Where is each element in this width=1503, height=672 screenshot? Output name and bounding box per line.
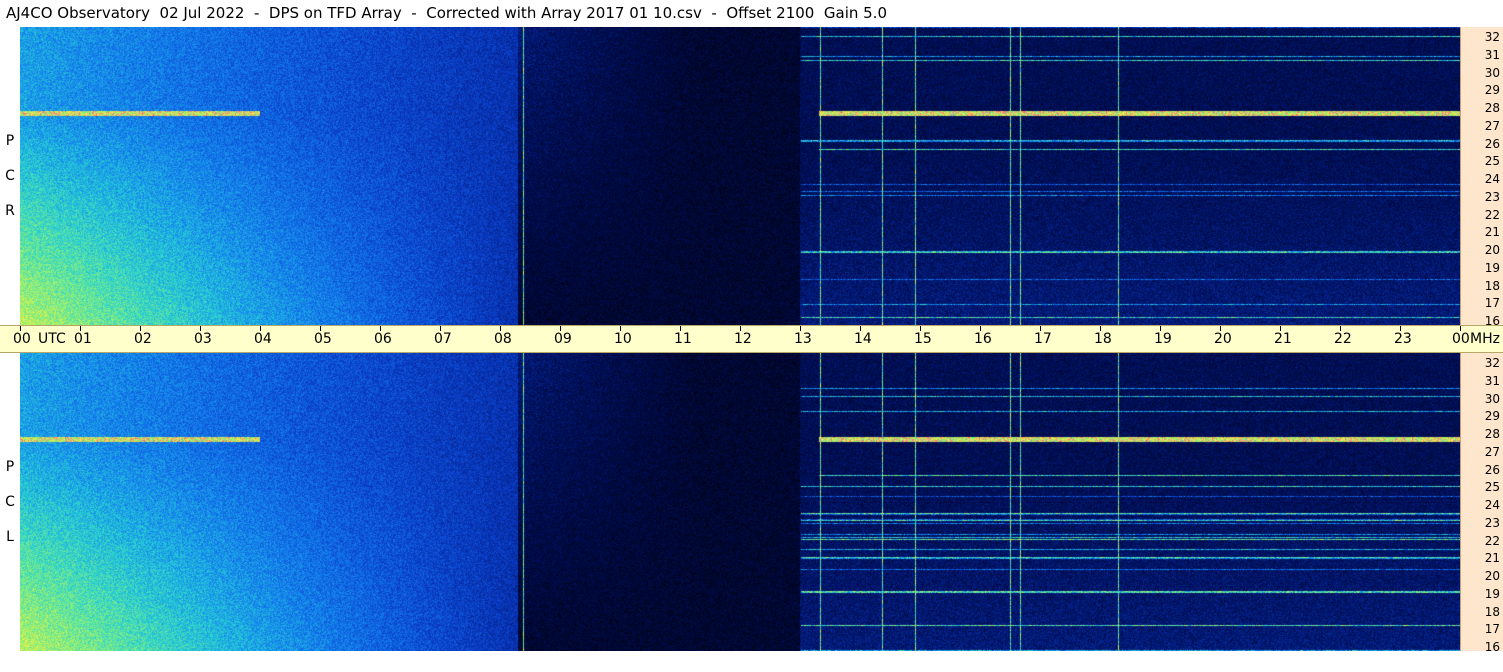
pol-letter: C (5, 494, 15, 510)
pol-letter: L (6, 529, 14, 545)
frequency-tick-label: 32 (1484, 30, 1500, 44)
frequency-tick-label: 22 (1484, 207, 1500, 222)
frequency-tick-label: 20 (1484, 569, 1500, 583)
frequency-tick-label: 27 (1484, 444, 1500, 459)
frequency-tick-label: 21 (1484, 551, 1500, 566)
frequency-tick-label: 32 (1484, 356, 1500, 370)
time-tick-label: 22 (1334, 331, 1352, 347)
time-axis: 01 02 03 04 05 06 07 08 09 10 11 12 13 14 15 16 17 18 19 20… (0, 325, 1503, 353)
frequency-tick-label: 26 (1484, 136, 1500, 151)
time-tick-label: 16 (974, 331, 992, 347)
time-tick-label: 12 (734, 331, 752, 347)
time-axis-start-label: 00 (13, 331, 31, 347)
time-tick-label: 01 (74, 331, 92, 347)
time-tick-label: 21 (1274, 331, 1292, 347)
mhz-label: MHz (1470, 331, 1500, 347)
frequency-tick-label: 23 (1484, 189, 1500, 204)
frequency-tick-label: 29 (1484, 409, 1500, 424)
frequency-tick-label: 30 (1484, 391, 1500, 406)
frequency-tick-label: 25 (1484, 480, 1500, 495)
time-tick-label: 15 (914, 331, 932, 347)
polarization-label-lcp: P C L (0, 353, 20, 651)
time-tick-label: 13 (794, 331, 812, 347)
time-tick-label: 03 (194, 331, 212, 347)
frequency-tick-label: 26 (1484, 462, 1500, 477)
time-tick-label: 19 (1154, 331, 1172, 347)
frequency-tick-label: 28 (1484, 427, 1500, 441)
frequency-tick-label: 31 (1484, 373, 1500, 388)
frequency-tick-label: 24 (1484, 498, 1500, 512)
utc-label: UTC (38, 331, 66, 347)
time-tick-label: 08 (494, 331, 512, 347)
frequency-tick-label: 30 (1484, 65, 1500, 80)
time-tick-label: 23 (1394, 331, 1412, 347)
time-axis-end-label: 00 (1452, 331, 1470, 347)
frequency-tick-label: 29 (1484, 83, 1500, 98)
time-tick-label: 17 (1034, 331, 1052, 347)
frequency-tick-label: 25 (1484, 154, 1500, 169)
frequency-tick-label: 17 (1484, 622, 1500, 637)
time-tick-label: 02 (134, 331, 152, 347)
spectrogram-lcp (20, 353, 1460, 651)
pol-letter: C (5, 168, 15, 184)
frequency-tick-label: 23 (1484, 515, 1500, 530)
frequency-tick-label: 19 (1484, 586, 1500, 601)
frequency-axis-rcp: 32 31 30 29 28 27 26 25 24 23 22 21 20 19 18 17 16 (1460, 27, 1503, 327)
frequency-tick-label: 27 (1484, 118, 1500, 133)
polarization-label-rcp: P C R (0, 27, 20, 325)
time-tick-label: 14 (854, 331, 872, 347)
spectrogram-rcp (20, 27, 1460, 325)
frequency-tick-label: 28 (1484, 101, 1500, 115)
time-tick-label: 10 (614, 331, 632, 347)
time-tick-label: 04 (254, 331, 272, 347)
frequency-tick-label: 17 (1484, 296, 1500, 311)
time-tick-label: 05 (314, 331, 332, 347)
frequency-tick-label: 16 (1484, 640, 1500, 654)
time-tick-label: 20 (1214, 331, 1232, 347)
time-tick-label: 07 (434, 331, 452, 347)
pol-letter: P (5, 459, 15, 475)
frequency-axis-lcp: 32 31 30 29 28 27 26 25 24 23 22 21 20 19 18 17 16 (1460, 353, 1503, 654)
frequency-tick-label: 24 (1484, 172, 1500, 186)
pol-letter: P (5, 133, 15, 149)
frequency-tick-label: 18 (1484, 278, 1500, 293)
frequency-tick-label: 19 (1484, 260, 1500, 275)
frequency-tick-label: 21 (1484, 225, 1500, 240)
pol-letter: R (5, 203, 15, 219)
time-tick-label: 06 (374, 331, 392, 347)
frequency-tick-label: 18 (1484, 604, 1500, 619)
frequency-tick-label: 22 (1484, 533, 1500, 548)
chart-title: AJ4CO Observatory 02 Jul 2022 - DPS on T… (0, 0, 1460, 27)
time-tick-label: 18 (1094, 331, 1112, 347)
frequency-tick-label: 20 (1484, 243, 1500, 257)
time-tick-label: 11 (674, 331, 692, 347)
frequency-tick-label: 31 (1484, 47, 1500, 62)
time-tick-label: 09 (554, 331, 572, 347)
